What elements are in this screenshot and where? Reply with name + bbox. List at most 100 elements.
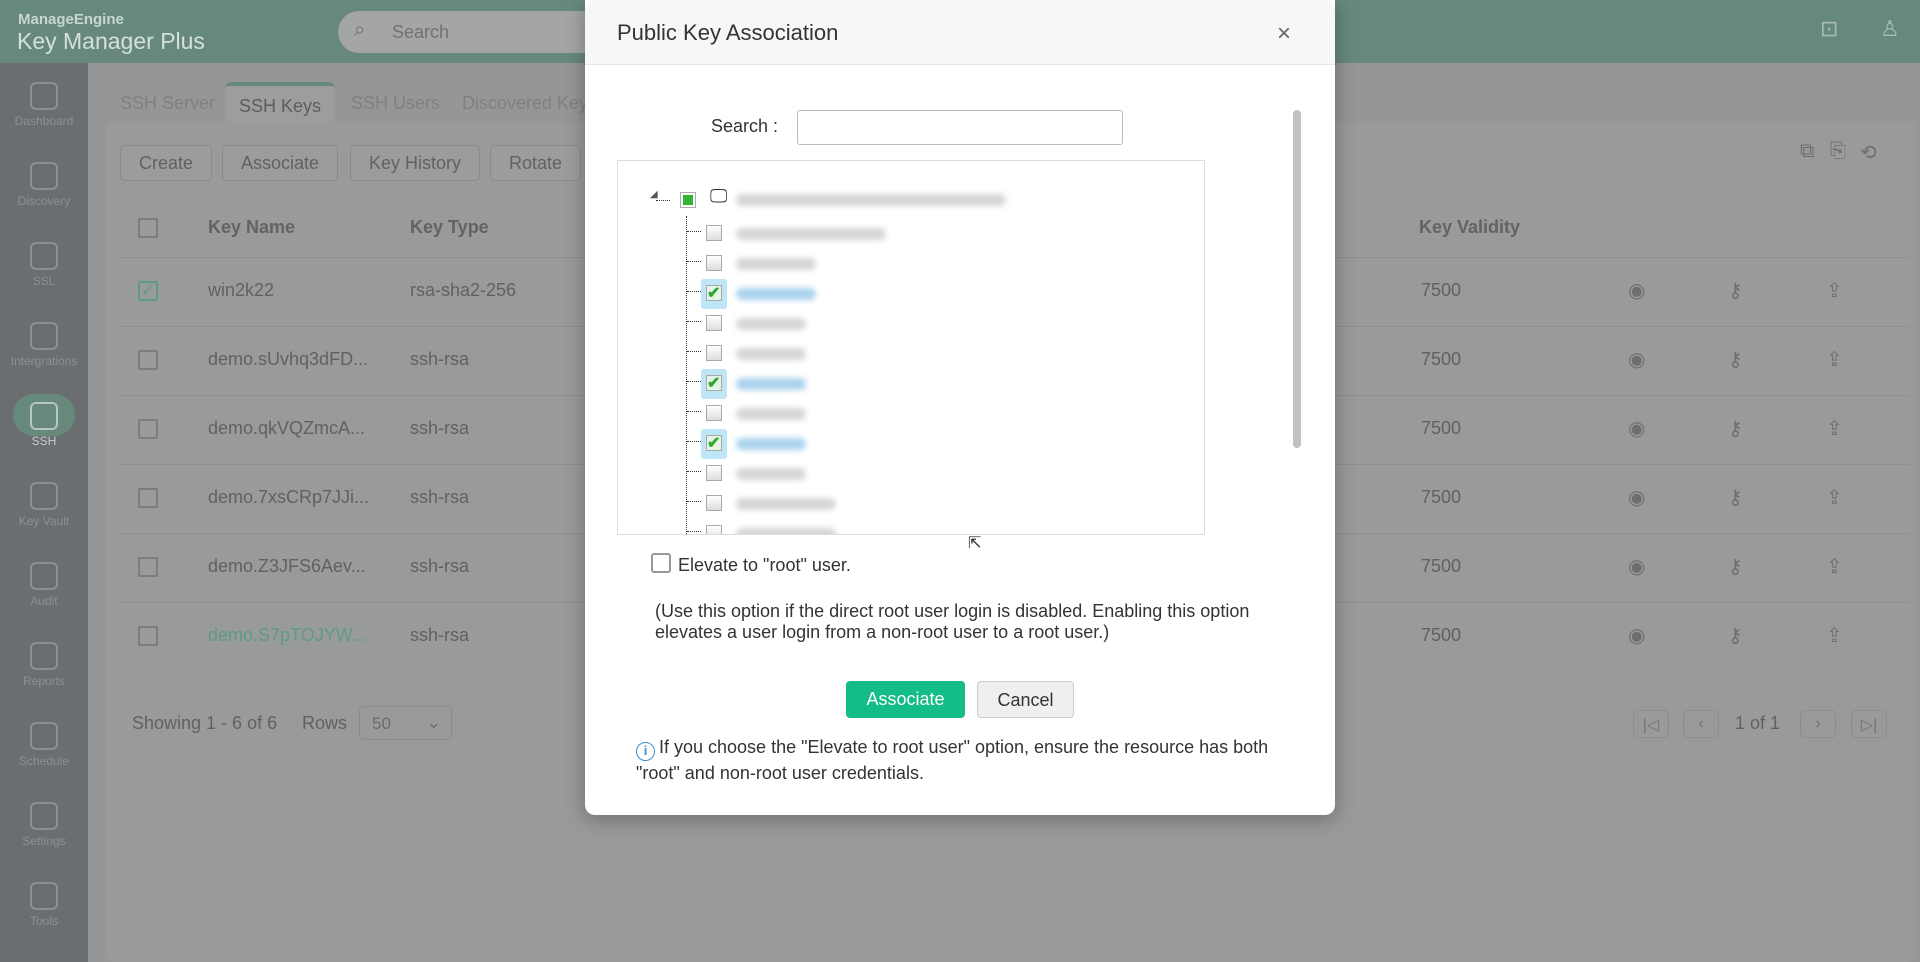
associate-button[interactable]: Associate (846, 681, 965, 718)
tree-connector (687, 441, 701, 442)
sidebar-item-schedule[interactable]: Schedule (0, 710, 88, 790)
user-name-redacted[interactable] (736, 528, 836, 534)
sidebar-item-settings[interactable]: Settings (0, 790, 88, 870)
user-name-redacted[interactable] (736, 348, 806, 360)
export-icon[interactable]: ⇪ (1826, 485, 1843, 510)
info-icon: i (636, 742, 655, 761)
export-icon[interactable]: ⇪ (1826, 416, 1843, 441)
eye-icon[interactable]: ◉ (1628, 347, 1645, 372)
key-deploy-icon[interactable]: ⚷ (1728, 554, 1743, 579)
mouse-cursor-icon: ⇱ (968, 535, 982, 552)
create-button[interactable]: Create (120, 145, 213, 181)
row-checkbox[interactable] (138, 350, 158, 370)
row-checkbox[interactable]: ✓ (138, 281, 158, 301)
export-icon[interactable]: ⇪ (1826, 347, 1843, 372)
elevate-root-label[interactable]: Elevate to "root" user. (678, 555, 851, 576)
dialog-search-input[interactable] (797, 110, 1123, 145)
tab-ssh-server[interactable]: SSH Server (120, 93, 215, 114)
first-page-button[interactable]: |◁ (1633, 710, 1669, 738)
user-checkbox[interactable] (706, 373, 722, 393)
export-icon[interactable]: ⇪ (1826, 623, 1843, 648)
root-checkbox-partial[interactable] (680, 192, 696, 208)
chevron-down-icon: ⌄ (426, 713, 441, 732)
sidebar-item-key-vault[interactable]: Key Vault (0, 470, 88, 550)
user-checkbox[interactable] (706, 433, 722, 453)
export-icon[interactable]: ⇪ (1826, 554, 1843, 579)
user-checkbox[interactable] (706, 525, 722, 534)
row-checkbox[interactable] (138, 419, 158, 439)
next-page-button[interactable]: › (1800, 710, 1836, 738)
user-checkbox[interactable] (706, 225, 722, 241)
collapse-icon[interactable]: ◢ (650, 189, 658, 200)
export-icon[interactable]: ⇪ (1826, 278, 1843, 303)
eye-icon[interactable]: ◉ (1628, 554, 1645, 579)
associate-toolbar-button[interactable]: Associate (222, 145, 339, 181)
user-name-redacted[interactable] (736, 498, 836, 510)
support-icon[interactable]: ⊡ (1820, 16, 1838, 42)
product-name: Key Manager Plus (17, 28, 205, 54)
eye-icon[interactable]: ◉ (1628, 278, 1645, 303)
key-deploy-icon[interactable]: ⚷ (1728, 485, 1743, 510)
row-checkbox[interactable] (138, 626, 158, 646)
user-checkbox[interactable] (706, 495, 722, 511)
row-checkbox[interactable] (138, 557, 158, 577)
user-name-redacted[interactable] (736, 228, 886, 240)
sidebar-item-reports[interactable]: Reports (0, 630, 88, 710)
key-deploy-icon[interactable]: ⚷ (1728, 623, 1743, 648)
info-message: i If you choose the "Elevate to root user… (636, 735, 1286, 785)
rows-select[interactable]: 50 ⌄ (359, 706, 452, 740)
sidebar-item-ssl[interactable]: SSL (0, 230, 88, 310)
user-checkbox[interactable] (706, 315, 722, 331)
copy-key-icon[interactable]: ⧉ (1800, 140, 1814, 163)
user-name-redacted[interactable] (736, 408, 806, 420)
user-name-redacted[interactable] (736, 438, 806, 450)
sidebar-item-label: Tools (29, 914, 58, 928)
user-checkbox[interactable] (706, 345, 722, 361)
row-checkbox[interactable] (138, 488, 158, 508)
sidebar-item-audit[interactable]: Audit (0, 550, 88, 630)
cancel-button[interactable]: Cancel (977, 681, 1074, 718)
col-key-validity[interactable]: Key Validity (1419, 217, 1520, 238)
eye-icon[interactable]: ◉ (1628, 485, 1645, 510)
sidebar-item-intergrations[interactable]: Intergrations (0, 310, 88, 390)
sidebar-item-tools[interactable]: Tools (0, 870, 88, 950)
select-all-checkbox[interactable] (138, 218, 158, 238)
key-deploy-icon[interactable]: ⚷ (1728, 347, 1743, 372)
eye-icon[interactable]: ◉ (1628, 623, 1645, 648)
col-key-type[interactable]: Key Type (410, 217, 489, 238)
sidebar-item-label: SSH (31, 434, 57, 448)
vault-icon (30, 482, 58, 510)
user-checkbox[interactable] (706, 405, 722, 421)
user-name-redacted[interactable] (736, 378, 806, 390)
tab-discovered-keys[interactable]: Discovered Keys (462, 93, 597, 114)
close-icon[interactable]: × (1277, 20, 1291, 48)
key-reset-icon[interactable]: ⟲ (1860, 140, 1877, 165)
tab-ssh-keys[interactable]: SSH Keys (225, 82, 335, 122)
prev-page-button[interactable]: ‹ (1683, 710, 1719, 738)
user-name-redacted[interactable] (736, 258, 816, 270)
eye-icon[interactable]: ◉ (1628, 416, 1645, 441)
sidebar-item-dashboard[interactable]: Dashboard (0, 70, 88, 150)
key-validity: 7500 (1421, 280, 1462, 300)
key-name[interactable]: demo.S7pTOJYW... (208, 625, 367, 646)
sidebar-item-ssh[interactable]: SSH (0, 390, 88, 470)
elevate-root-checkbox[interactable] (651, 553, 671, 573)
user-checkbox[interactable] (706, 283, 722, 303)
clipboard-key-icon[interactable]: ⎘ (1830, 140, 1846, 163)
sidebar-item-discovery[interactable]: Discovery (0, 150, 88, 230)
rotate-button[interactable]: Rotate (490, 145, 582, 181)
last-page-button[interactable]: ▷| (1851, 710, 1887, 738)
key-deploy-icon[interactable]: ⚷ (1728, 416, 1743, 441)
user-icon[interactable]: ♙ (1880, 16, 1900, 42)
terminal-icon (30, 402, 58, 430)
key-deploy-icon[interactable]: ⚷ (1728, 278, 1743, 303)
tab-ssh-users[interactable]: SSH Users (351, 93, 440, 114)
user-checkbox[interactable] (706, 465, 722, 481)
dialog-scrollbar[interactable] (1293, 110, 1301, 448)
key-history-button[interactable]: Key History (350, 145, 481, 181)
user-checkbox[interactable] (706, 255, 722, 271)
col-key-name[interactable]: Key Name (208, 217, 295, 238)
user-name-redacted[interactable] (736, 318, 806, 330)
user-name-redacted[interactable] (736, 288, 816, 300)
user-name-redacted[interactable] (736, 468, 806, 480)
